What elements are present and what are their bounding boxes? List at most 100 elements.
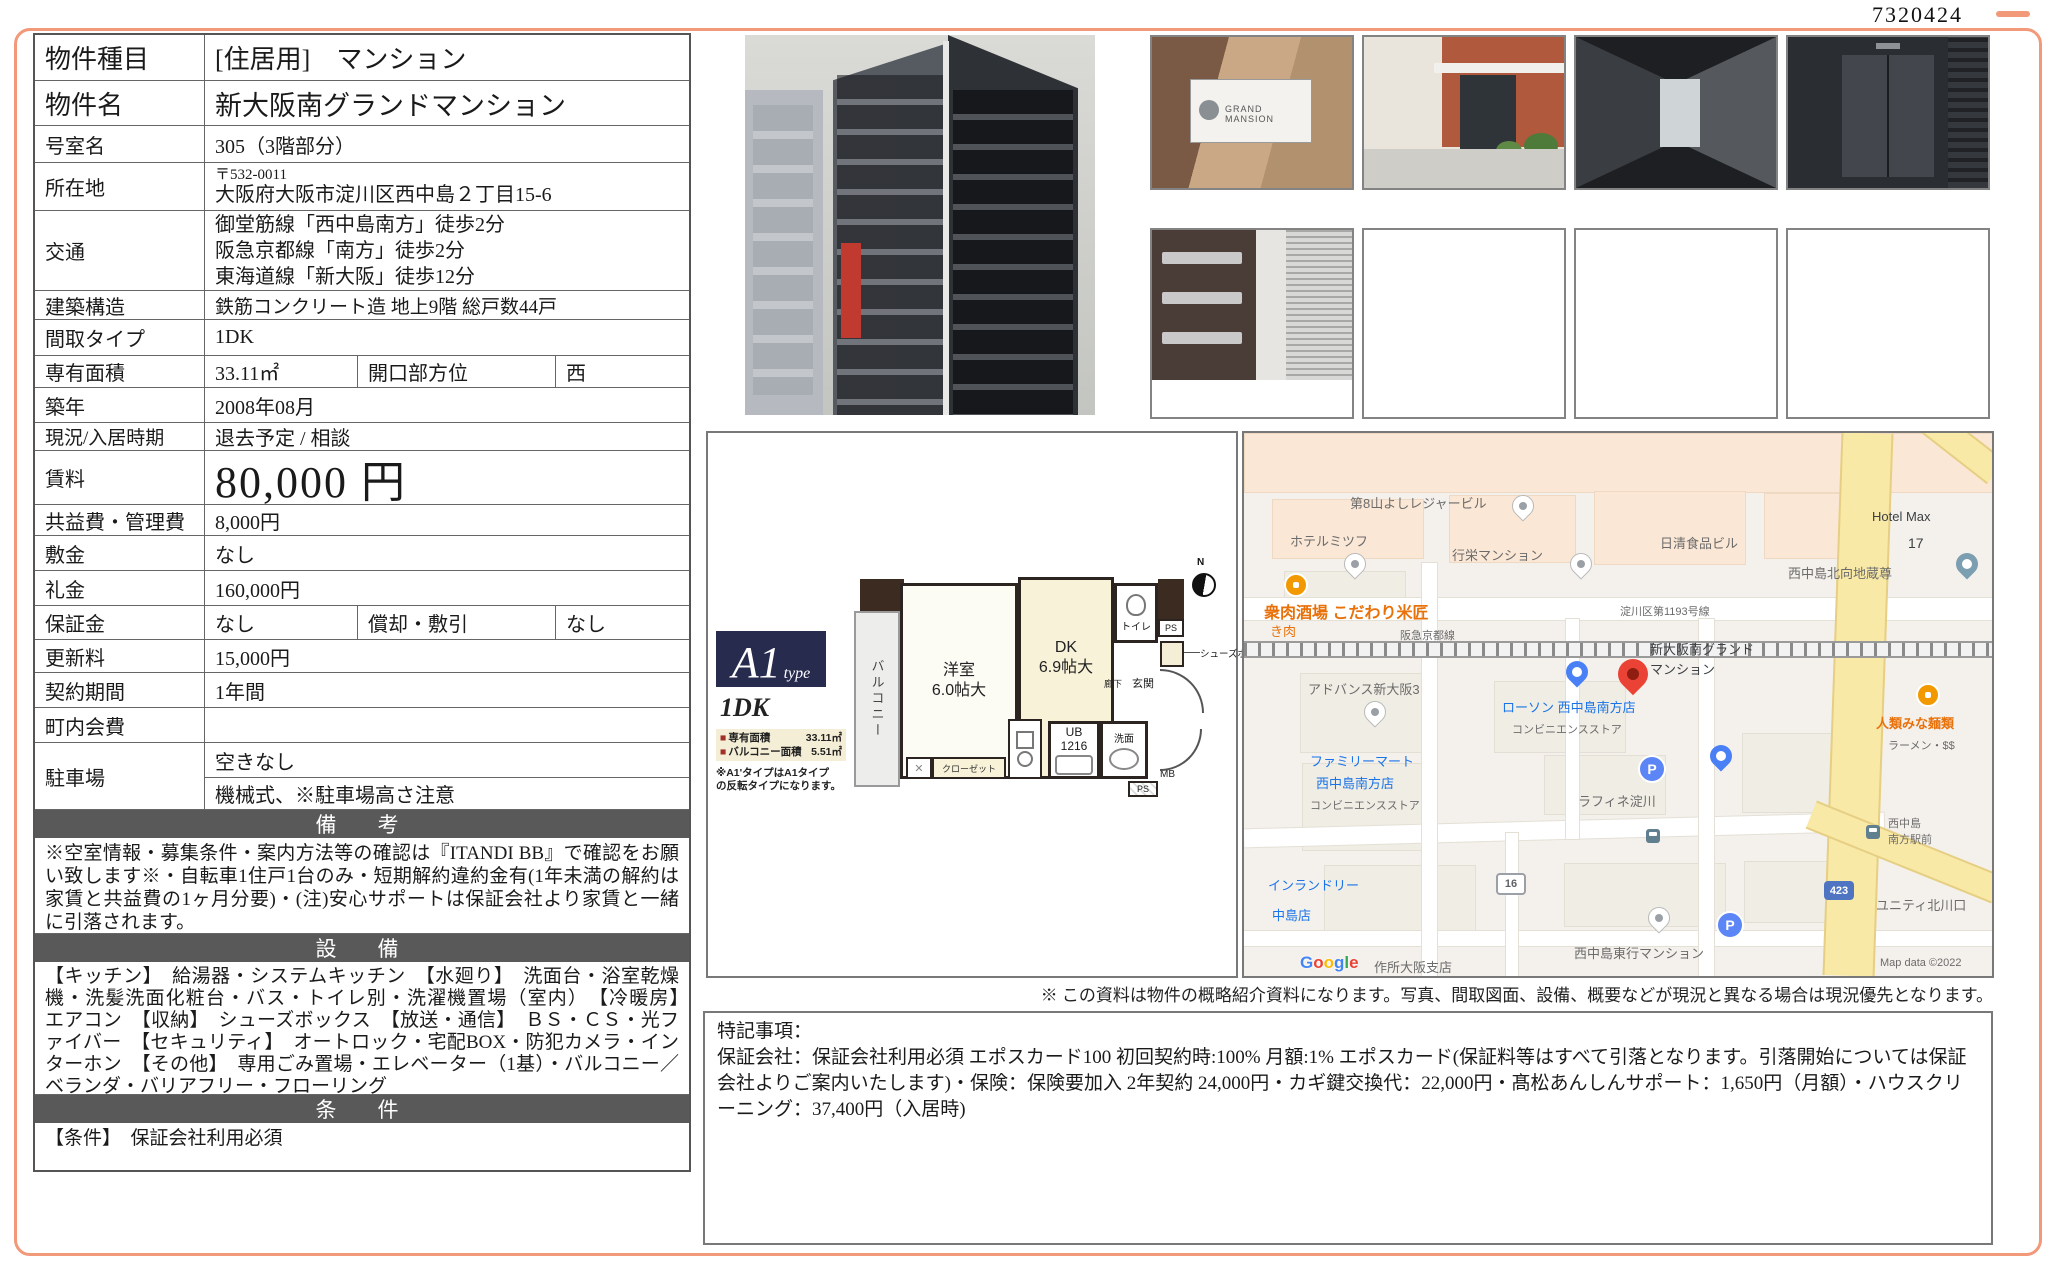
entrance-pavement <box>1364 149 1564 188</box>
document-number: 7320424 <box>1872 2 1963 27</box>
row-value: 1DK <box>215 326 254 348</box>
route-number: 16 <box>1504 878 1518 890</box>
plan-toilet: トイレ <box>1114 583 1158 643</box>
bullet-icon: ■ <box>720 746 727 758</box>
ps-label: PS <box>1164 623 1177 633</box>
dk-room-label: DK 6.9帖大 <box>1039 638 1093 678</box>
hallway-label: 廊下 <box>1104 679 1123 689</box>
shoebox-leader-line <box>1184 652 1200 653</box>
sign-plaque: GRAND MANSION <box>1190 79 1312 143</box>
map-label: 西中島南方店 <box>1316 776 1395 791</box>
map-label-property: マンション <box>1650 662 1716 677</box>
row-label: 建築構造 <box>35 291 205 319</box>
row-value: 御堂筋線「西中島南方」徒歩2分 阪急京都線「南方」徒歩2分 東海道線「新大阪」徒… <box>205 211 689 290</box>
row-value: 空きなし 機械式、※駐車場高さ注意 <box>205 743 689 809</box>
row-deposit: 敷金 なし <box>35 535 689 570</box>
sign-logo <box>1199 100 1219 120</box>
room-name: 洋室 <box>942 662 975 679</box>
map-label: き肉 <box>1270 624 1297 639</box>
plan-kitchen <box>1008 719 1042 779</box>
row-parking: 駐車場 空きなし 機械式、※駐車場高さ注意 <box>35 742 689 809</box>
background-building-windows <box>753 105 813 395</box>
row-value: 8,000円 <box>215 511 280 534</box>
plan-shaft-block-2 <box>1158 579 1184 619</box>
remarks-body: ※空室情報・募集条件・案内方法等の確認は『ITANDI BB』で確認をお願い致し… <box>45 843 679 933</box>
access-line: 東海道線「新大阪」徒歩12分 <box>215 265 475 288</box>
plan-type-badge: A1 type <box>716 631 826 687</box>
cross-icon: ✕ <box>914 762 924 775</box>
plan-western-room: 洋室 6.0帖大 <box>900 583 1018 779</box>
map-label: Hotel Max <box>1872 509 1931 524</box>
mailbox-louver <box>1286 230 1352 380</box>
row-key-money: 礼金 160,000円 <box>35 570 689 605</box>
entrance-canopy <box>1434 63 1564 73</box>
photo-mailboxes <box>1150 228 1354 419</box>
map-route-shield-423: 423 <box>1824 881 1854 900</box>
map-label: ラフィネ淀川 <box>1578 794 1656 809</box>
toilet-icon <box>1126 593 1146 616</box>
entrance-door-arc <box>1160 669 1204 713</box>
row-label: 間取タイプ <box>35 320 205 355</box>
map-copyright: Map data ©2022 <box>1880 957 1962 969</box>
row-contract-period: 契約期間 1年間 <box>35 672 689 707</box>
map-poi-ramen <box>1916 683 1940 707</box>
opening-direction-label: 開口部方位 <box>357 356 555 387</box>
photo-entrance <box>1362 35 1566 190</box>
row-label: 礼金 <box>35 571 205 605</box>
photo-building-exterior <box>745 35 1095 415</box>
mb-door-arc <box>1160 729 1202 771</box>
toilet-inner: トイレ <box>1121 593 1151 633</box>
map-label: 17 <box>1908 535 1924 551</box>
plan-area-info: ■ 専有面積 33.11㎡ ■ バルコニー面積 5.51㎡ <box>716 729 846 761</box>
balcony-area-value: 5.51㎡ <box>811 746 842 758</box>
plan-unit-bath: UB 1216 <box>1048 721 1100 779</box>
mailbox-slot <box>1162 332 1242 344</box>
rent-value: 80,000 円 <box>215 457 407 507</box>
amortization-value: なし <box>555 606 689 639</box>
disclaimer-note: ※ この資料は物件の概略紹介資料になります。写真、間取図面、設備、概要などが現況… <box>1040 986 1993 1005</box>
corridor-end-light <box>1660 79 1700 147</box>
balcony-label: バルコニー <box>869 659 885 739</box>
map-block <box>1494 681 1626 753</box>
equipment-body: 【キッチン】 給湯器・システムキッチン 【水廻り】 洗面台・浴室乾燥機・洗髪洗面… <box>45 966 699 1097</box>
kitchen-fixtures <box>1016 729 1034 769</box>
row-value: なし <box>215 544 255 567</box>
section-header-equipment: 設 備 <box>35 933 689 962</box>
entrance-label: 玄関 <box>1132 678 1154 690</box>
plan-balcony-row: ■ バルコニー面積 5.51㎡ <box>720 745 842 759</box>
row-label: 築年 <box>35 388 205 422</box>
map-road-label: 阪急京都線 <box>1400 630 1455 642</box>
north-letter: N <box>1197 557 1205 568</box>
kitchen-burner <box>1017 751 1033 767</box>
unit-bath-label: UB 1216 <box>1055 725 1093 775</box>
conditions-body: 【条件】 保証会社利用必須 <box>45 1128 283 1149</box>
row-value: 鉄筋コンクリート造 地上9階 総戸数44戸 <box>215 296 558 318</box>
map-label: コンビニエンスストア <box>1512 724 1622 736</box>
plan-washroom: 洗面 <box>1100 721 1148 779</box>
map-road-label: 淀川区第1193号線 <box>1620 606 1710 618</box>
row-layout-type: 間取タイプ 1DK <box>35 319 689 355</box>
location-map[interactable]: P P 16 423 第8山よしレジャービル Hotel Max ホテルミツフ … <box>1242 431 1994 978</box>
plan-layout-label: 1DK <box>720 693 770 722</box>
row-value: 15,000円 <box>215 647 290 670</box>
room-size: 6.0帖大 <box>931 682 987 699</box>
photo-entrance-sign: GRAND MANSION <box>1150 35 1354 190</box>
row-value: なし 償却・敷引 なし <box>205 606 689 639</box>
special-notes-box: 特記事項： 保証会社：保証会社利用必須 エポスカード100 初回契約時:100%… <box>703 1011 1993 1245</box>
access-line: 御堂筋線「西中島南方」徒歩2分 <box>215 213 505 236</box>
row-value: 〒532-0011 大阪府大阪市淀川区西中島２丁目15-6 <box>205 163 689 210</box>
plan-type-suffix: type <box>783 665 811 682</box>
plan-mirror-note: ※A1'タイプはA1タイプ の反転タイプになります。 <box>716 767 841 792</box>
bullet-icon: ■ <box>720 732 727 744</box>
map-label: ユニティ北川口 <box>1876 898 1967 913</box>
plan-type-name: A1 <box>731 638 781 687</box>
property-table: 物件種目 [住居用] マンション 物件名 新大阪南グランドマンション 号室名 3… <box>33 33 699 1172</box>
map-label: 日清食品ビル <box>1660 536 1739 551</box>
map-label: ファミリーマート <box>1310 754 1415 769</box>
map-bus-stop-icon <box>1646 829 1660 843</box>
kitchen-sink <box>1016 731 1034 749</box>
elevator-side-louver <box>1948 37 1988 188</box>
compass-icon <box>1192 573 1216 597</box>
map-parking-icon: P <box>1716 911 1744 939</box>
plan-shaft-block <box>860 579 904 613</box>
